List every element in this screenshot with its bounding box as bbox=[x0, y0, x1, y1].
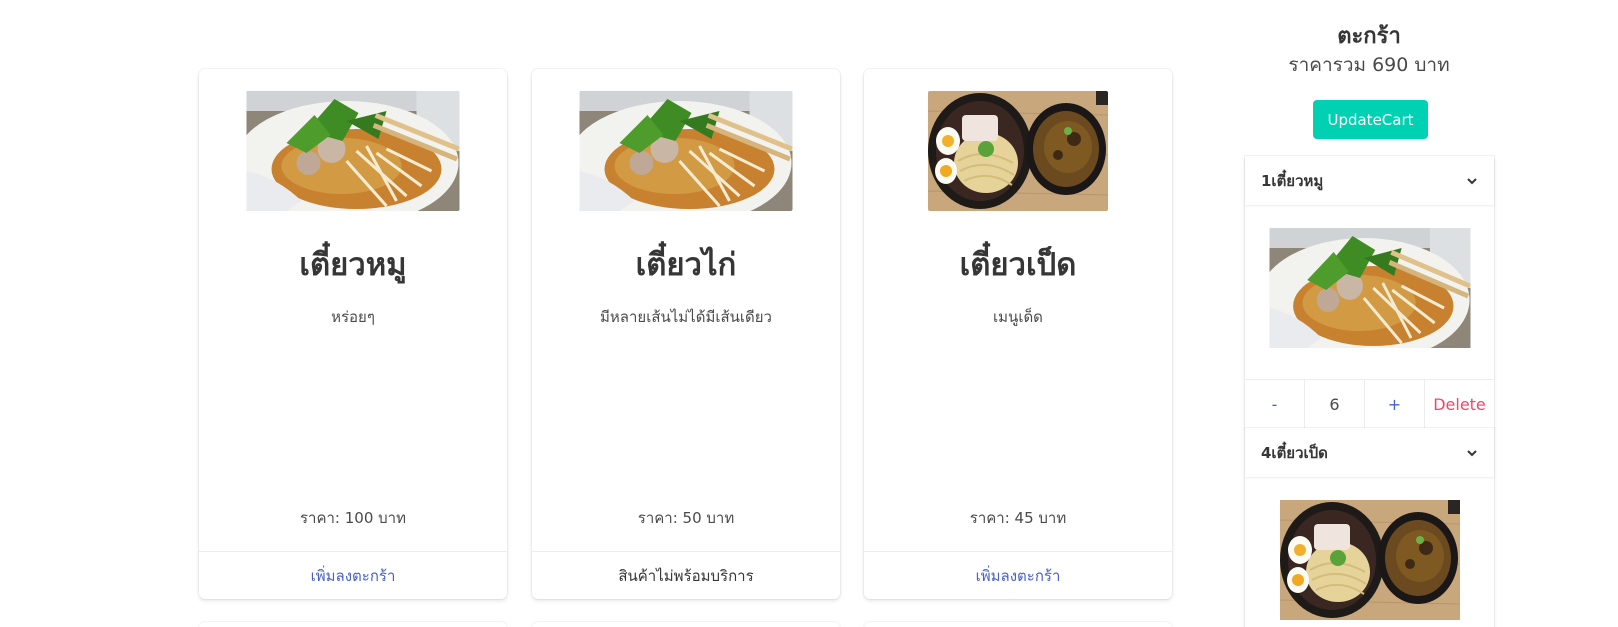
unavailable-label: สินค้าไม่พร้อมบริการ bbox=[532, 551, 840, 599]
product-price: ราคา: 50 บาท bbox=[637, 509, 735, 527]
cart-item: 4เตี๋ยวเป็ด bbox=[1245, 428, 1494, 627]
cart-item-name: 1เตี๋ยวหมู bbox=[1261, 171, 1324, 190]
cart-item-image bbox=[1279, 500, 1460, 620]
product-image-boat-noodle bbox=[579, 91, 793, 211]
cart-item-name: 4เตี๋ยวเป็ด bbox=[1261, 443, 1328, 462]
product-title: เตี๋ยวเป็ด bbox=[959, 247, 1077, 283]
product-title: เตี๋ยวไก่ bbox=[635, 247, 737, 283]
increase-quantity-button[interactable]: + bbox=[1365, 380, 1425, 429]
quantity-value: 6 bbox=[1305, 380, 1365, 429]
cart-title: ตะกร้า bbox=[1337, 24, 1401, 49]
decrease-quantity-button[interactable]: - bbox=[1245, 380, 1305, 429]
product-description: มีหลายเส้นไม่ได้มีเส้นเดียว bbox=[600, 308, 772, 326]
cart-item-header[interactable]: 1เตี๋ยวหมู bbox=[1245, 156, 1494, 205]
product-description: หร่อยๆ bbox=[331, 308, 375, 326]
delete-item-button[interactable]: Delete bbox=[1425, 380, 1494, 429]
product-card bbox=[199, 622, 507, 627]
update-cart-button[interactable]: UpdateCart bbox=[1313, 100, 1428, 139]
product-title: เตี๋ยวหมู bbox=[299, 247, 407, 283]
product-image-boat-noodle bbox=[246, 91, 460, 211]
add-to-cart-button[interactable]: เพิ่มลงตะกร้า bbox=[864, 551, 1172, 599]
cart-item-image bbox=[1269, 228, 1470, 348]
quantity-controls: - 6 + Delete bbox=[1245, 379, 1494, 429]
menu-page: เตี๋ยวหมู หร่อยๆ ราคา: 100 บาท เพิ่มลงตะ… bbox=[0, 0, 1618, 627]
chevron-down-icon[interactable] bbox=[1466, 175, 1478, 187]
product-card: เตี๋ยวหมู หร่อยๆ ราคา: 100 บาท เพิ่มลงตะ… bbox=[199, 69, 507, 599]
product-description: เมนูเด็ด bbox=[993, 308, 1043, 326]
cart-item-header[interactable]: 4เตี๋ยวเป็ด bbox=[1245, 428, 1494, 477]
product-price: ราคา: 45 บาท bbox=[969, 509, 1067, 527]
add-to-cart-button[interactable]: เพิ่มลงตะกร้า bbox=[199, 551, 507, 599]
cart-total: ราคารวม 690 บาท bbox=[1288, 54, 1450, 76]
product-card bbox=[864, 622, 1172, 627]
product-price: ราคา: 100 บาท bbox=[300, 509, 406, 527]
cart-item: 1เตี๋ยวหมู - 6 + Delete bbox=[1245, 156, 1494, 429]
product-card: เตี๋ยวเป็ด เมนูเด็ด ราคา: 45 บาท เพิ่มลง… bbox=[864, 69, 1172, 599]
product-card bbox=[532, 622, 840, 627]
chevron-down-icon[interactable] bbox=[1466, 447, 1478, 459]
product-image-tsukemen bbox=[928, 91, 1108, 211]
product-card: เตี๋ยวไก่ มีหลายเส้นไม่ได้มีเส้นเดียว รา… bbox=[532, 69, 840, 599]
